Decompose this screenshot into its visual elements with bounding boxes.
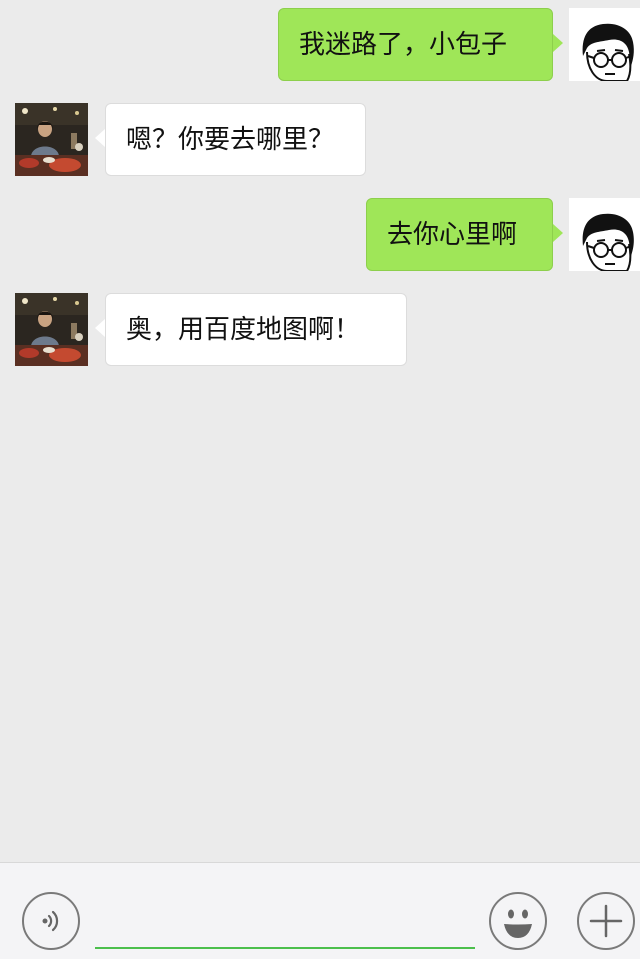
bubble-tail (95, 319, 105, 337)
person-photo-avatar (15, 103, 88, 176)
contact-avatar[interactable] (15, 293, 88, 366)
my-avatar[interactable] (569, 8, 640, 81)
cartoon-face-with-glasses-icon (569, 198, 640, 271)
my-avatar[interactable] (569, 198, 640, 271)
voice-button[interactable] (22, 892, 80, 950)
input-toolbar (0, 862, 640, 959)
plus-button[interactable] (577, 892, 635, 950)
message-row-incoming: 奥，用百度地图啊！ (0, 293, 640, 367)
message-row-outgoing: 去你心里啊 (0, 198, 640, 272)
cartoon-face-with-glasses-icon (569, 8, 640, 81)
person-photo-avatar (15, 293, 88, 366)
message-text: 嗯？你要去哪里？ (126, 125, 335, 155)
message-text: 奥，用百度地图啊！ (126, 315, 361, 345)
bubble-tail (553, 224, 563, 242)
message-text: 我迷路了，小包子 (299, 30, 508, 60)
message-input-underline (95, 947, 475, 949)
plus-icon (589, 904, 623, 938)
message-input[interactable] (95, 893, 479, 947)
message-row-incoming: 嗯？你要去哪里？ (0, 103, 640, 177)
message-bubble-incoming[interactable]: 嗯？你要去哪里？ (105, 103, 366, 176)
message-bubble-outgoing[interactable]: 去你心里啊 (366, 198, 553, 271)
contact-avatar[interactable] (15, 103, 88, 176)
message-bubble-outgoing[interactable]: 我迷路了，小包子 (278, 8, 553, 81)
bubble-tail (95, 129, 105, 147)
emoji-icon (504, 909, 532, 938)
message-text: 去你心里啊 (387, 220, 518, 250)
voice-icon (42, 910, 59, 932)
message-row-outgoing: 我迷路了，小包子 (0, 8, 640, 82)
chat-message-area[interactable]: 我迷路了，小包子 嗯？你要去哪里？ 去你心里啊 奥，用百度地图啊！ (0, 0, 640, 862)
emoji-button[interactable] (489, 892, 547, 950)
message-bubble-incoming[interactable]: 奥，用百度地图啊！ (105, 293, 407, 366)
bubble-tail (553, 34, 563, 52)
